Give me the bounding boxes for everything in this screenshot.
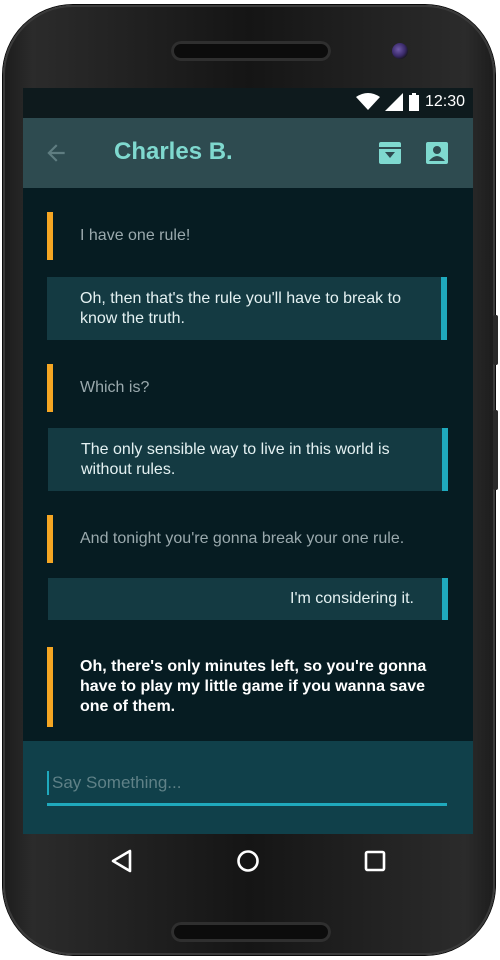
message-input[interactable]	[47, 771, 452, 795]
message-text: Which is?	[80, 379, 150, 396]
message-text: Oh, there's only minutes left, so you're…	[80, 658, 427, 715]
archive-icon[interactable]	[378, 141, 402, 165]
volume-button	[493, 315, 498, 365]
contact-icon[interactable]	[425, 141, 449, 165]
status-time: 12:30	[424, 93, 465, 110]
message-text: Oh, then that's the rule you'll have to …	[80, 289, 401, 327]
message-text: The only sensible way to live in this wo…	[81, 440, 390, 478]
message-outgoing: Oh, then that's the rule you'll have to …	[47, 277, 447, 340]
home-circle-icon[interactable]	[235, 848, 261, 874]
message-text: I have one rule!	[80, 227, 191, 244]
front-camera	[392, 43, 408, 59]
wifi-icon	[355, 93, 380, 110]
message-text: And tonight you're gonna break your one …	[80, 530, 405, 547]
message-incoming: Oh, there's only minutes left, so you're…	[47, 647, 437, 727]
navigation-bar	[23, 834, 473, 888]
back-triangle-icon[interactable]	[110, 848, 136, 874]
message-incoming: Which is?	[47, 364, 437, 412]
conversation-title: Charles B.	[114, 138, 233, 165]
screen: 12:30 Charles B. I have one rule! Oh, th…	[23, 88, 473, 834]
recents-square-icon[interactable]	[362, 848, 388, 874]
message-text: I'm considering it.	[290, 590, 414, 607]
message-incoming: I have one rule!	[47, 212, 437, 260]
message-outgoing: The only sensible way to live in this wo…	[48, 428, 448, 491]
message-outgoing: I'm considering it.	[48, 578, 448, 620]
status-bar: 12:30	[23, 88, 473, 118]
power-button	[493, 410, 498, 490]
toolbar: Charles B.	[23, 118, 473, 188]
compose-bar	[23, 741, 473, 834]
battery-icon	[408, 93, 419, 111]
earpiece-speaker	[171, 41, 331, 61]
bottom-speaker	[171, 922, 331, 942]
message-incoming: And tonight you're gonna break your one …	[47, 515, 437, 563]
back-arrow-icon[interactable]	[43, 140, 69, 166]
signal-icon	[384, 93, 403, 111]
input-underline	[47, 803, 447, 806]
